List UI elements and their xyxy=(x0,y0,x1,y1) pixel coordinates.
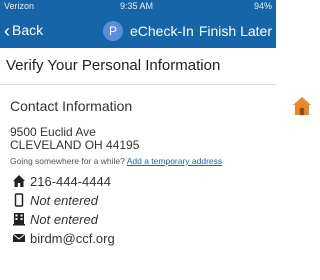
back-label: Back xyxy=(12,22,44,38)
address-line1: 9500 Euclid Ave xyxy=(10,125,96,139)
nav-bar: ‹ Back P eCheck-In Finish Later xyxy=(0,14,276,48)
battery-level: 94% xyxy=(253,1,272,11)
home-phone-value: 216-444-4444 xyxy=(30,174,111,189)
back-button[interactable]: ‹ Back xyxy=(4,21,43,42)
status-bar: Verizon 9:35 AM 94% xyxy=(0,0,276,14)
carrier-label: Verizon xyxy=(4,1,35,11)
office-building-icon xyxy=(13,213,25,226)
work-phone-row: Not entered xyxy=(12,212,98,227)
email-icon xyxy=(12,233,26,242)
section-title: Contact Information xyxy=(10,98,133,114)
email-row: birdm@ccf.org xyxy=(12,231,115,246)
page-title: Verify Your Personal Information xyxy=(6,57,221,74)
mobile-phone-icon xyxy=(14,193,24,207)
finish-later-button[interactable]: Finish Later xyxy=(199,23,272,39)
app-badge: P xyxy=(103,21,123,41)
address-line2: CLEVELAND OH 44195 xyxy=(10,138,140,152)
temporary-address-hint: Going somewhere for a while? Add a tempo… xyxy=(10,156,222,166)
mobile-phone-value: Not entered xyxy=(30,193,98,208)
email-value: birdm@ccf.org xyxy=(30,231,115,246)
nav-title: eCheck-In xyxy=(130,23,194,39)
add-temporary-address-link[interactable]: Add a temporary address xyxy=(127,156,222,166)
home-phone-row: 216-444-4444 xyxy=(12,174,111,189)
chevron-left-icon: ‹ xyxy=(4,21,10,41)
work-phone-value: Not entered xyxy=(30,212,98,227)
mobile-phone-row: Not entered xyxy=(12,193,98,208)
status-time: 9:35 AM xyxy=(120,1,154,11)
home-phone-icon xyxy=(13,175,25,187)
temporary-address-prompt: Going somewhere for a while? xyxy=(10,156,125,166)
house-icon xyxy=(293,97,311,116)
divider xyxy=(0,84,276,85)
